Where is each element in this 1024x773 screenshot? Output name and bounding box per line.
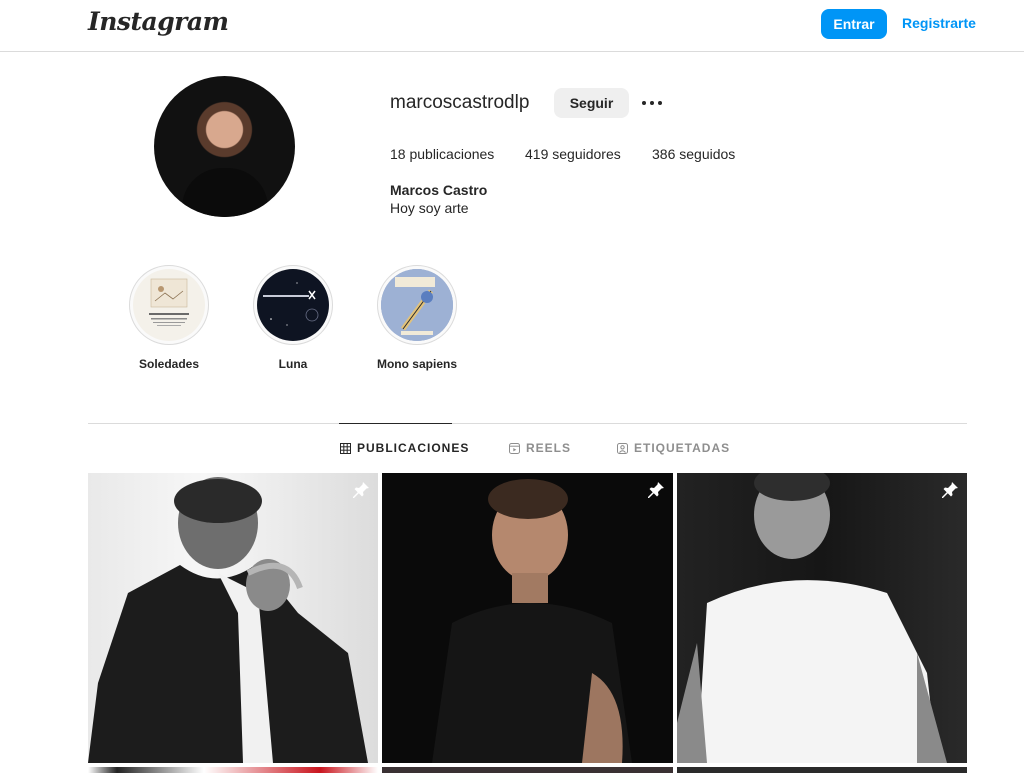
highlight-soledades[interactable]: Soledades bbox=[119, 265, 219, 371]
highlight-ring bbox=[377, 265, 457, 345]
highlight-ring bbox=[129, 265, 209, 345]
tagged-icon bbox=[617, 442, 628, 454]
profile-username: marcoscastrodlp bbox=[390, 92, 530, 113]
highlight-ring bbox=[253, 265, 333, 345]
avatar-shirt-shape bbox=[182, 168, 268, 217]
top-nav: Instagram Entrar Registrarte bbox=[0, 0, 1024, 52]
posts-count: 18 publicaciones bbox=[390, 146, 495, 162]
login-button[interactable]: Entrar bbox=[821, 9, 887, 39]
post-thumbnail[interactable] bbox=[88, 767, 378, 773]
highlight-label: Soledades bbox=[138, 357, 200, 371]
profile-full-name: Marcos Castro bbox=[390, 182, 488, 198]
tab-label: REELS bbox=[526, 441, 572, 455]
tabs-divider bbox=[88, 423, 967, 424]
tab-label: PUBLICACIONES bbox=[357, 441, 470, 455]
pin-icon bbox=[353, 482, 369, 498]
pin-icon bbox=[942, 482, 958, 498]
profile-bio: Hoy soy arte bbox=[390, 200, 469, 216]
post-thumbnail[interactable] bbox=[677, 473, 967, 763]
signup-link[interactable]: Registrarte bbox=[902, 15, 976, 31]
tab-reels[interactable]: REELS bbox=[509, 441, 571, 455]
tab-tagged[interactable]: ETIQUETADAS bbox=[617, 441, 730, 455]
grid-icon bbox=[340, 442, 351, 454]
tab-posts[interactable]: PUBLICACIONES bbox=[340, 441, 469, 455]
followers-count[interactable]: 419 seguidores bbox=[525, 146, 621, 162]
instagram-logo[interactable]: Instagram bbox=[88, 7, 229, 36]
pin-icon bbox=[648, 482, 664, 498]
highlight-cover bbox=[381, 269, 453, 341]
post-photo bbox=[432, 479, 632, 763]
highlight-mono-sapiens[interactable]: Mono sapiens bbox=[367, 265, 467, 371]
highlight-label: Mono sapiens bbox=[376, 357, 457, 371]
following-count[interactable]: 386 seguidos bbox=[652, 146, 735, 162]
highlight-luna[interactable]: Luna bbox=[243, 265, 343, 371]
post-thumbnail[interactable] bbox=[382, 767, 673, 773]
highlight-cover bbox=[257, 269, 329, 341]
post-thumbnail[interactable] bbox=[88, 473, 378, 763]
follow-button[interactable]: Seguir bbox=[554, 88, 629, 118]
highlight-cover bbox=[133, 269, 205, 341]
reels-icon bbox=[509, 442, 520, 454]
post-thumbnail[interactable] bbox=[677, 767, 967, 773]
post-thumbnail[interactable] bbox=[382, 473, 673, 763]
tab-label: ETIQUETADAS bbox=[634, 441, 731, 455]
profile-avatar[interactable] bbox=[154, 76, 295, 217]
post-photo bbox=[88, 477, 368, 763]
post-photo bbox=[677, 473, 947, 763]
active-tab-indicator bbox=[339, 423, 452, 424]
highlight-label: Luna bbox=[278, 357, 308, 371]
more-options-icon[interactable] bbox=[639, 90, 665, 116]
